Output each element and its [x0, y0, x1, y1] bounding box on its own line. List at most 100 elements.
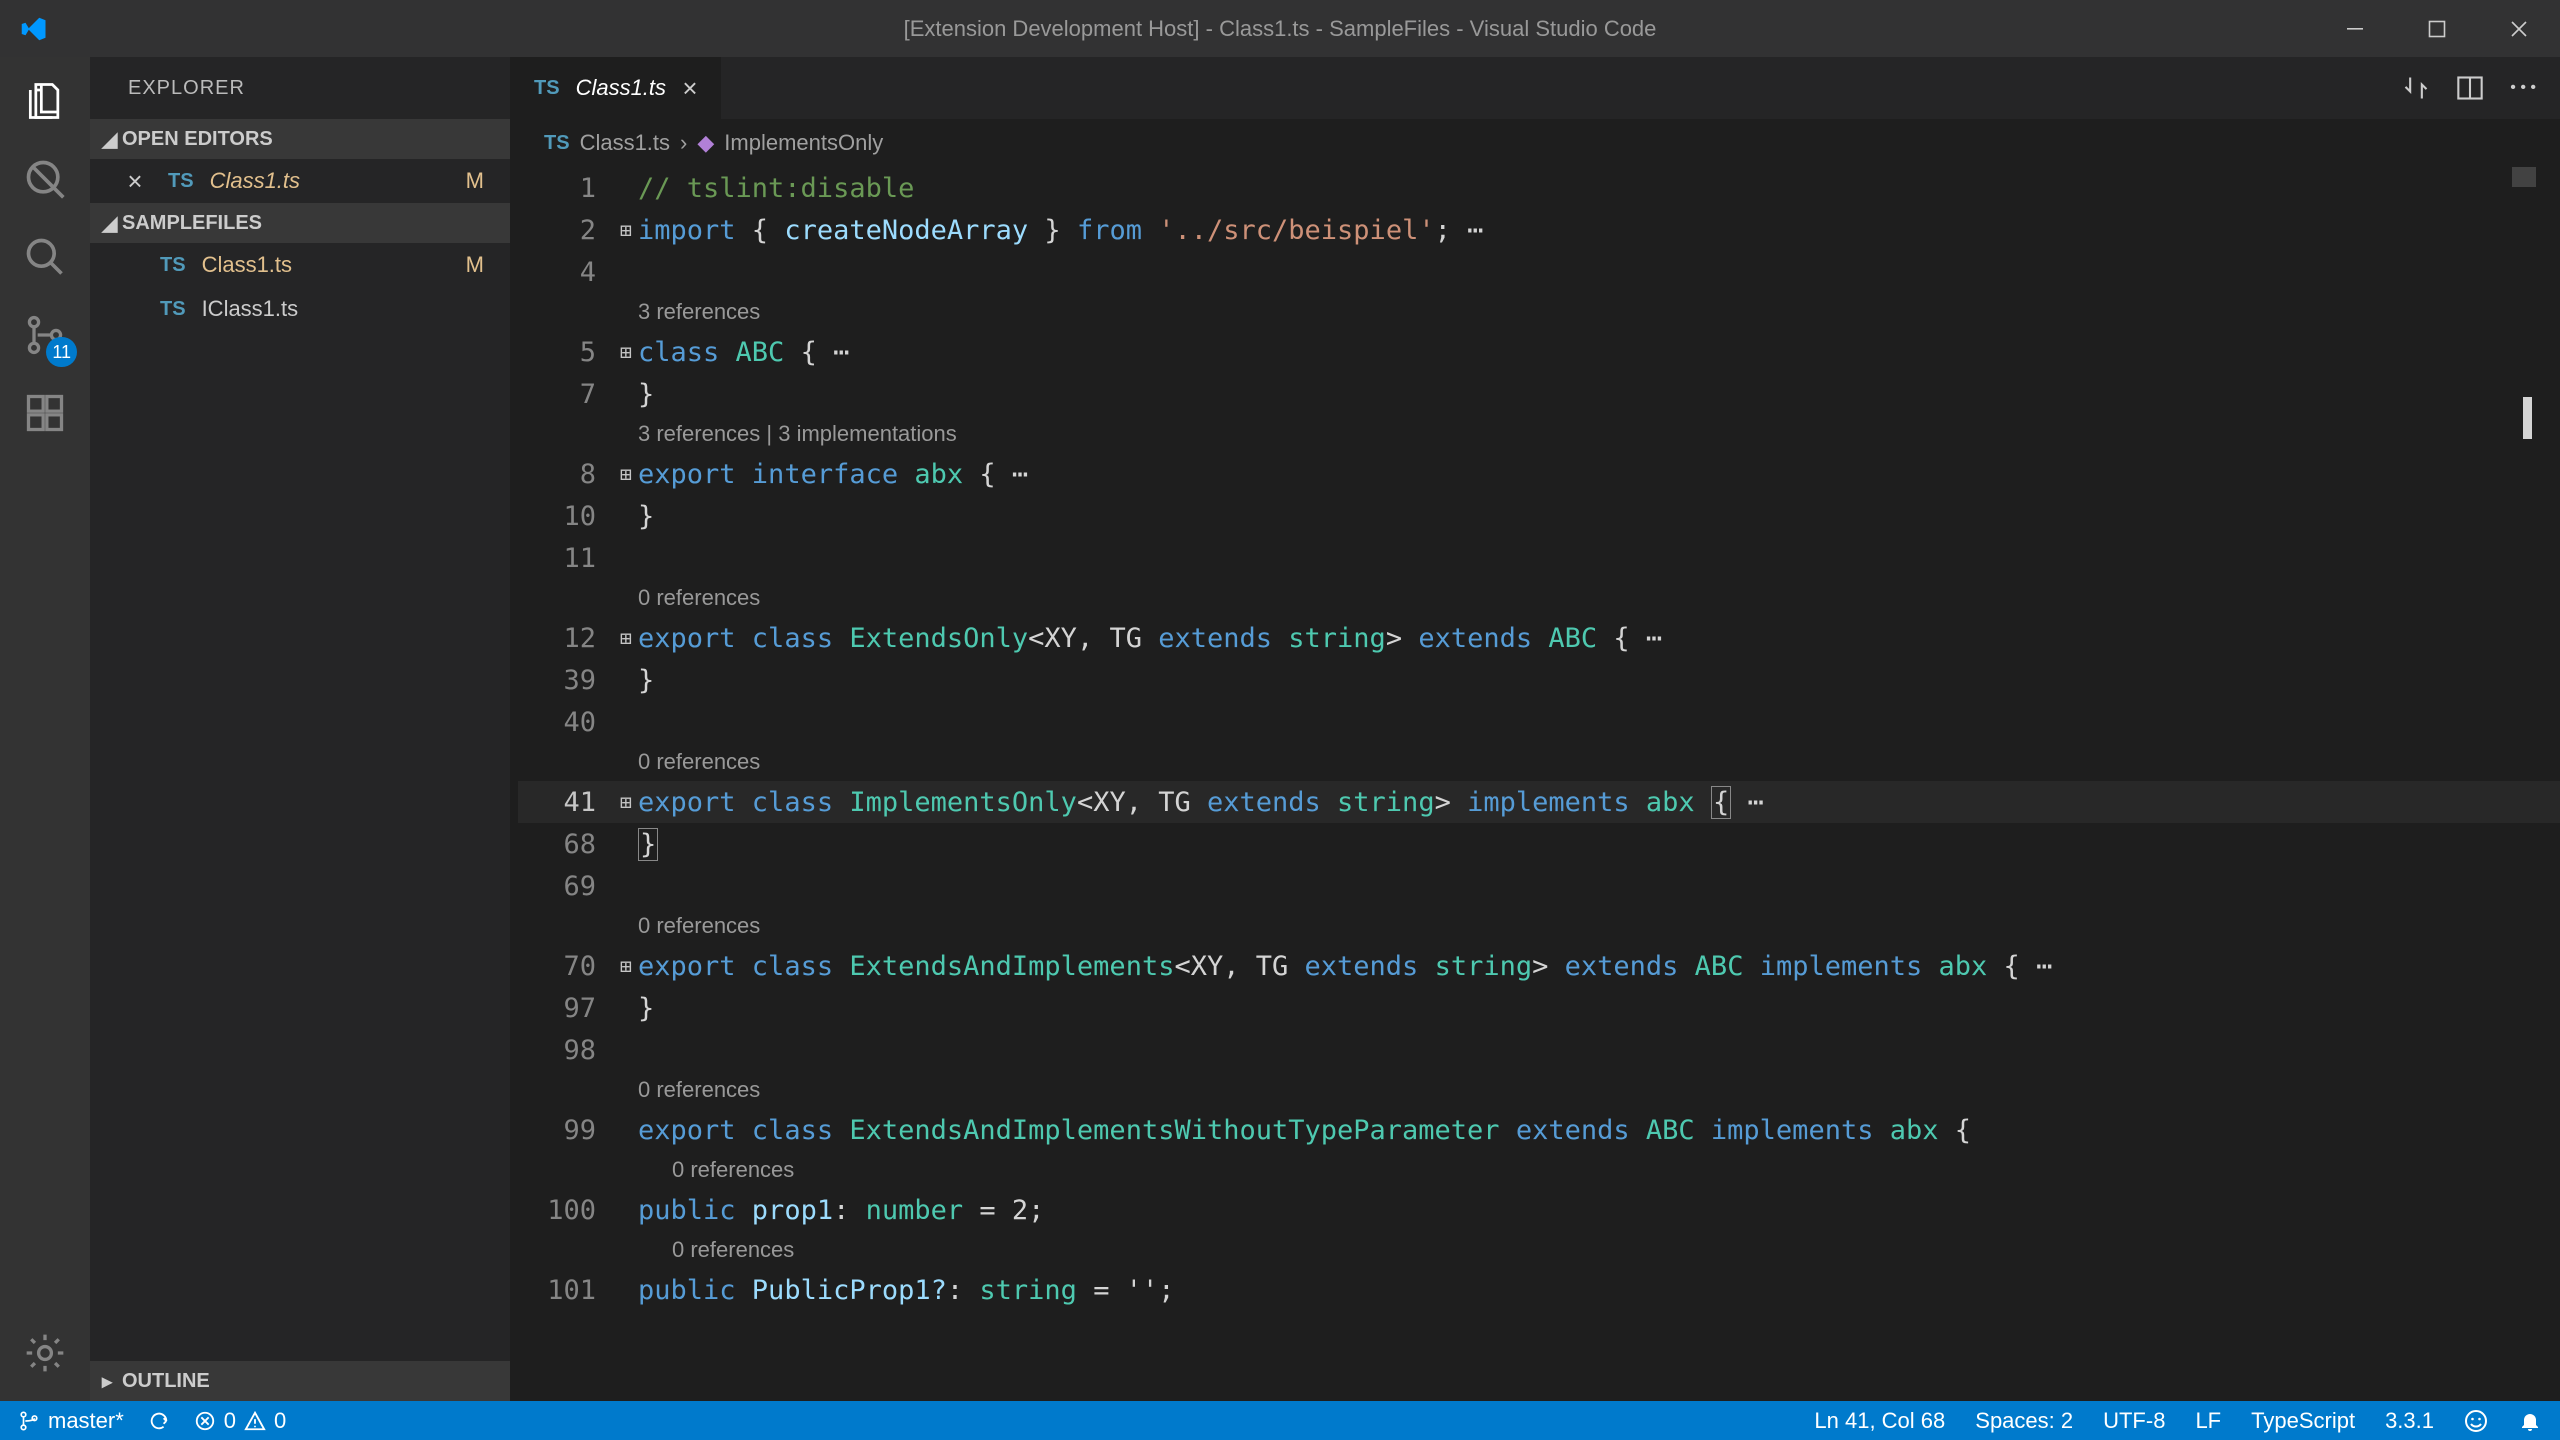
- line-number: 41: [518, 787, 614, 818]
- fold-ellipsis[interactable]: ⋯: [1012, 459, 1028, 490]
- close-icon[interactable]: ×: [120, 166, 150, 197]
- open-editors-label: OPEN EDITORS: [122, 128, 273, 151]
- split-editor-icon[interactable]: [2456, 74, 2484, 102]
- minimap-mark: [2523, 397, 2532, 439]
- codelens-link[interactable]: 0 references: [638, 913, 760, 939]
- feedback-icon[interactable]: [2464, 1409, 2488, 1433]
- notifications-icon[interactable]: [2518, 1409, 2542, 1433]
- line-number: 12: [518, 623, 614, 654]
- vscode-logo-icon: [18, 14, 48, 44]
- titlebar: [Extension Development Host] - Class1.ts…: [0, 0, 2560, 57]
- line-number: 99: [518, 1115, 614, 1146]
- line-number: 4: [518, 257, 614, 288]
- minimap-slider[interactable]: [2512, 167, 2536, 187]
- codelens-link[interactable]: 0 references: [672, 1237, 794, 1263]
- line-number: 70: [518, 951, 614, 982]
- breadcrumb-file[interactable]: Class1.ts: [580, 130, 670, 156]
- explorer-activity-icon[interactable]: [21, 77, 69, 125]
- file-tree-item[interactable]: TS IClass1.ts: [90, 287, 510, 331]
- more-actions-icon[interactable]: • • •: [2510, 79, 2536, 97]
- file-name: Class1.ts: [210, 168, 300, 194]
- language-status[interactable]: TypeScript: [2251, 1408, 2355, 1434]
- line-number: 7: [518, 379, 614, 410]
- eol-status[interactable]: LF: [2195, 1408, 2221, 1434]
- line-number: 11: [518, 543, 614, 574]
- class-symbol-icon: ◆: [697, 130, 714, 156]
- breadcrumb-symbol[interactable]: ImplementsOnly: [724, 130, 883, 156]
- open-editors-header[interactable]: ◢ OPEN EDITORS: [90, 119, 510, 159]
- chevron-right-icon: ▸: [102, 1369, 122, 1394]
- file-tree-item[interactable]: TS Class1.ts M: [90, 243, 510, 287]
- codelens-link[interactable]: 3 references: [638, 299, 760, 325]
- line-number: 100: [518, 1195, 614, 1226]
- fold-collapsed-icon[interactable]: ⊞: [614, 790, 638, 814]
- fold-collapsed-icon[interactable]: ⊞: [614, 340, 638, 364]
- line-number: 8: [518, 459, 614, 490]
- fold-collapsed-icon[interactable]: ⊞: [614, 954, 638, 978]
- ts-file-icon: TS: [142, 298, 186, 321]
- breadcrumb-separator: ›: [680, 130, 687, 156]
- breadcrumbs[interactable]: TS Class1.ts › ◆ ImplementsOnly: [510, 119, 2560, 167]
- codelens-link[interactable]: 0 references: [672, 1157, 794, 1183]
- close-button[interactable]: [2478, 0, 2560, 57]
- tab-filename: Class1.ts: [576, 75, 666, 101]
- problems-status[interactable]: 0 0: [194, 1408, 287, 1434]
- line-number: 40: [518, 707, 614, 738]
- scm-badge: 11: [46, 337, 77, 367]
- fold-collapsed-icon[interactable]: ⊞: [614, 626, 638, 650]
- codelens-link[interactable]: 0 references: [638, 585, 760, 611]
- fold-ellipsis[interactable]: ⋯: [1646, 623, 1662, 654]
- file-name: Class1.ts: [202, 252, 292, 278]
- close-icon[interactable]: ×: [682, 73, 697, 104]
- fold-ellipsis[interactable]: ⋯: [1747, 787, 1763, 818]
- current-line[interactable]: 41⊞export class ImplementsOnly<XY, TG ex…: [518, 781, 2560, 823]
- line-number: 10: [518, 501, 614, 532]
- samplefiles-label: SAMPLEFILES: [122, 212, 262, 235]
- editor-tab[interactable]: TS Class1.ts ×: [510, 57, 722, 119]
- fold-collapsed-icon[interactable]: ⊞: [614, 218, 638, 242]
- chevron-down-icon: ◢: [102, 211, 122, 236]
- editor-area: TS Class1.ts × • • • TS Class1.ts › ◆ Im…: [510, 57, 2560, 1401]
- codelens-link[interactable]: 0 references: [638, 1077, 760, 1103]
- ts-version-status[interactable]: 3.3.1: [2385, 1408, 2434, 1434]
- ts-file-icon: TS: [544, 132, 570, 155]
- minimap[interactable]: [2524, 167, 2536, 1401]
- extensions-activity-icon[interactable]: [21, 389, 69, 437]
- search-icon[interactable]: [21, 233, 69, 281]
- maximize-button[interactable]: [2396, 0, 2478, 57]
- minimize-button[interactable]: [2314, 0, 2396, 57]
- codelens-link[interactable]: 3 references | 3 implementations: [638, 421, 957, 447]
- codelens-link[interactable]: 0 references: [638, 749, 760, 775]
- line-number: 1: [518, 173, 614, 204]
- line-number: 97: [518, 993, 614, 1024]
- fold-ellipsis[interactable]: ⋯: [2036, 951, 2052, 982]
- search-activity-icon[interactable]: [21, 155, 69, 203]
- file-name: IClass1.ts: [202, 296, 299, 322]
- explorer-sidebar: EXPLORER ◢ OPEN EDITORS × TS Class1.ts M…: [90, 57, 510, 1401]
- sync-status[interactable]: [148, 1410, 170, 1432]
- ts-file-icon: TS: [142, 254, 186, 277]
- encoding-status[interactable]: UTF-8: [2103, 1408, 2165, 1434]
- chevron-down-icon: ◢: [102, 127, 122, 152]
- compare-changes-icon[interactable]: [2402, 74, 2430, 102]
- line-number: 5: [518, 337, 614, 368]
- line-number: 2: [518, 215, 614, 246]
- scm-activity-icon[interactable]: 11: [21, 311, 69, 359]
- editor-body[interactable]: 1// tslint:disable 2⊞import { createNode…: [510, 167, 2560, 1401]
- tabs-bar: TS Class1.ts × • • •: [510, 57, 2560, 119]
- fold-ellipsis[interactable]: ⋯: [1467, 215, 1483, 246]
- indentation-status[interactable]: Spaces: 2: [1975, 1408, 2073, 1434]
- status-bar: master* 0 0 Ln 41, Col 68 Spaces: 2 UTF-…: [0, 1401, 2560, 1440]
- outline-header[interactable]: ▸ OUTLINE: [90, 1361, 510, 1401]
- cursor-position-status[interactable]: Ln 41, Col 68: [1814, 1408, 1945, 1434]
- fold-ellipsis[interactable]: ⋯: [833, 337, 849, 368]
- fold-collapsed-icon[interactable]: ⊞: [614, 462, 638, 486]
- line-number: 68: [518, 829, 614, 860]
- settings-gear-icon[interactable]: [21, 1329, 69, 1377]
- samplefiles-header[interactable]: ◢ SAMPLEFILES: [90, 203, 510, 243]
- activity-bar: 11: [0, 57, 90, 1401]
- git-branch-status[interactable]: master*: [18, 1408, 124, 1434]
- open-editor-item[interactable]: × TS Class1.ts M: [90, 159, 510, 203]
- ts-file-icon: TS: [150, 170, 194, 193]
- sidebar-title: EXPLORER: [90, 57, 510, 119]
